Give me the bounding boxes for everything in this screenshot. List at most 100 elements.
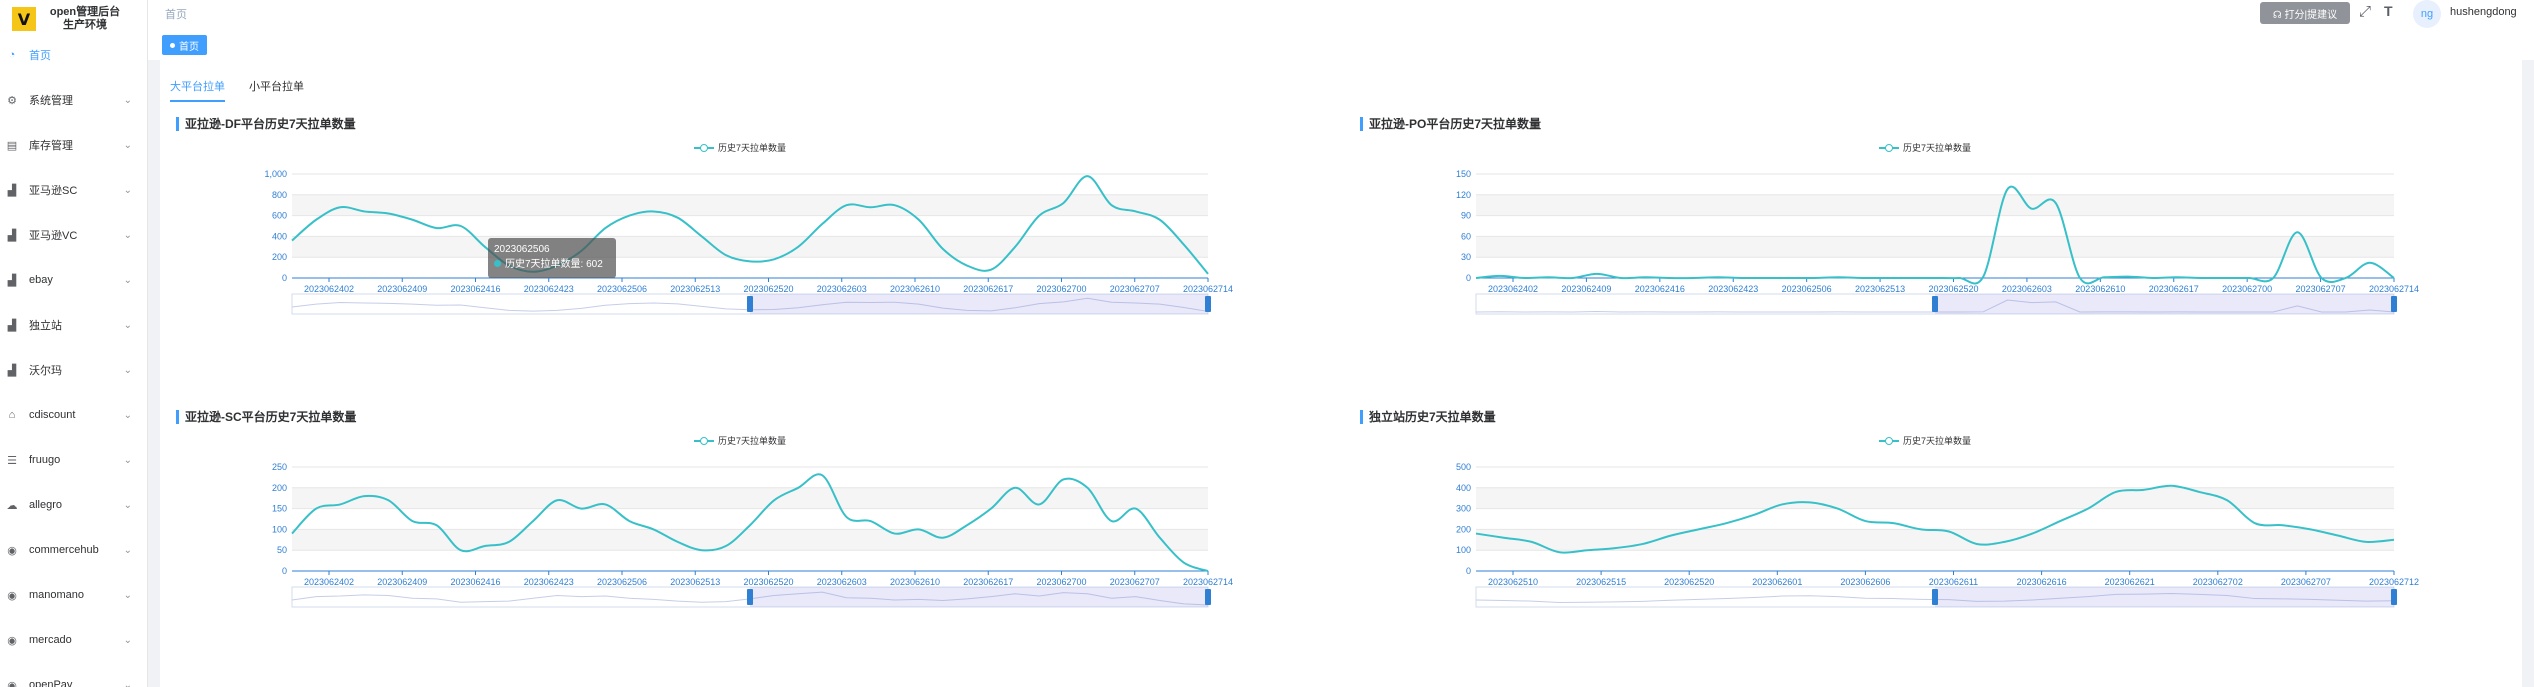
data-point[interactable] <box>2309 527 2313 531</box>
sidebar-item-2[interactable]: ▤ 库存管理 ⌄ <box>0 131 147 159</box>
data-point[interactable] <box>386 212 390 216</box>
zoom-handle-right[interactable] <box>1205 589 1211 605</box>
data-point[interactable] <box>1061 477 1065 481</box>
data-point[interactable] <box>652 527 656 531</box>
data-point[interactable] <box>1474 532 1478 536</box>
breadcrumb[interactable]: 首页 <box>165 6 187 22</box>
sidebar-item-12[interactable]: ◉ manomano ⌄ <box>0 581 147 609</box>
data-point[interactable] <box>1808 500 1812 504</box>
data-point[interactable] <box>411 519 415 523</box>
data-point[interactable] <box>1158 218 1162 222</box>
chevron-down-icon[interactable]: ⌄ <box>124 680 132 687</box>
sidebar-item-13[interactable]: ◉ mercado ⌄ <box>0 626 147 654</box>
data-point[interactable] <box>459 224 463 228</box>
data-point[interactable] <box>1557 550 1561 554</box>
data-point[interactable] <box>1037 214 1041 218</box>
data-point[interactable] <box>941 247 945 251</box>
data-point[interactable] <box>627 519 631 523</box>
font-size-icon[interactable]: T <box>2384 3 2393 19</box>
data-point[interactable] <box>2169 484 2173 488</box>
data-point[interactable] <box>2150 276 2154 280</box>
data-point[interactable] <box>1752 513 1756 517</box>
chevron-down-icon[interactable]: ⌄ <box>124 455 132 466</box>
chevron-down-icon[interactable]: ⌄ <box>124 545 132 556</box>
data-point[interactable] <box>1134 507 1138 511</box>
data-point[interactable] <box>676 216 680 220</box>
sidebar-item-5[interactable]: ▟ ebay ⌄ <box>0 266 147 294</box>
data-point[interactable] <box>724 253 728 257</box>
data-point[interactable] <box>820 473 824 477</box>
data-point[interactable] <box>1697 527 1701 531</box>
data-point[interactable] <box>2175 275 2179 279</box>
data-point[interactable] <box>435 226 439 230</box>
data-point[interactable] <box>1110 203 1114 207</box>
data-point[interactable] <box>893 532 897 536</box>
data-point[interactable] <box>1182 561 1186 565</box>
data-point[interactable] <box>314 218 318 222</box>
data-point[interactable] <box>917 218 921 222</box>
data-point[interactable] <box>2102 275 2106 279</box>
zoom-selection[interactable] <box>750 587 1208 607</box>
data-point[interactable] <box>555 498 559 502</box>
sidebar-item-11[interactable]: ◉ commercehub ⌄ <box>0 536 147 564</box>
data-point[interactable] <box>869 205 873 209</box>
data-point[interactable] <box>1691 276 1695 280</box>
data-point[interactable] <box>1780 502 1784 506</box>
data-point[interactable] <box>1522 276 1526 280</box>
data-point[interactable] <box>1643 275 1647 279</box>
data-point[interactable] <box>2086 507 2090 511</box>
sidebar-item-3[interactable]: ▟ 亚马逊SC ⌄ <box>0 176 147 204</box>
data-point[interactable] <box>941 536 945 540</box>
data-point[interactable] <box>2271 276 2275 280</box>
data-point[interactable] <box>1158 536 1162 540</box>
data-point[interactable] <box>1812 276 1816 280</box>
zoom-selection[interactable] <box>1935 294 2394 314</box>
data-point[interactable] <box>1669 534 1673 538</box>
data-point[interactable] <box>2199 276 2203 280</box>
data-point[interactable] <box>1863 519 1867 523</box>
sidebar-item-1[interactable]: ⚙ 系统管理 ⌄ <box>0 86 147 114</box>
data-point[interactable] <box>1182 243 1186 247</box>
data-point[interactable] <box>362 494 366 498</box>
data-point[interactable] <box>2003 540 2007 544</box>
data-point[interactable] <box>1861 276 1865 280</box>
data-point[interactable] <box>1836 507 1840 511</box>
data-point[interactable] <box>2336 534 2340 538</box>
zoom-selection[interactable] <box>750 294 1208 314</box>
data-point[interactable] <box>1788 276 1792 280</box>
data-point[interactable] <box>1619 276 1623 280</box>
data-point[interactable] <box>338 205 342 209</box>
data-point[interactable] <box>2142 488 2146 492</box>
data-point[interactable] <box>1981 275 1985 279</box>
data-point[interactable] <box>869 519 873 523</box>
sidebar-item-14[interactable]: ◉ openPay ⌄ <box>0 671 147 687</box>
data-point[interactable] <box>1919 527 1923 531</box>
chevron-down-icon[interactable]: ⌄ <box>124 185 132 196</box>
data-point[interactable] <box>1013 245 1017 249</box>
chevron-down-icon[interactable]: ⌄ <box>124 500 132 511</box>
data-point[interactable] <box>652 209 656 213</box>
data-point[interactable] <box>1957 276 1961 280</box>
data-point[interactable] <box>1502 536 1506 540</box>
data-point[interactable] <box>1641 542 1645 546</box>
tab-tag-home[interactable]: 首页 <box>162 35 207 55</box>
data-point[interactable] <box>1206 569 1210 573</box>
data-point[interactable] <box>2058 519 2062 523</box>
chevron-down-icon[interactable]: ⌄ <box>124 365 132 376</box>
data-point[interactable] <box>2005 187 2009 191</box>
sidebar-item-7[interactable]: ▟ 沃尔玛 ⌄ <box>0 356 147 384</box>
data-point[interactable] <box>748 523 752 527</box>
data-point[interactable] <box>314 507 318 511</box>
data-point[interactable] <box>386 498 390 502</box>
tab-small-platform[interactable]: 小平台拉单 <box>249 78 304 102</box>
data-point[interactable] <box>2392 538 2396 542</box>
data-point[interactable] <box>1836 275 1840 279</box>
data-point[interactable] <box>724 544 728 548</box>
data-point[interactable] <box>411 218 415 222</box>
zoom-handle-right[interactable] <box>2391 296 2397 312</box>
data-point[interactable] <box>965 264 969 268</box>
data-point[interactable] <box>1110 519 1114 523</box>
data-point[interactable] <box>2030 207 2034 211</box>
data-point[interactable] <box>1595 272 1599 276</box>
chevron-down-icon[interactable]: ⌄ <box>124 95 132 106</box>
